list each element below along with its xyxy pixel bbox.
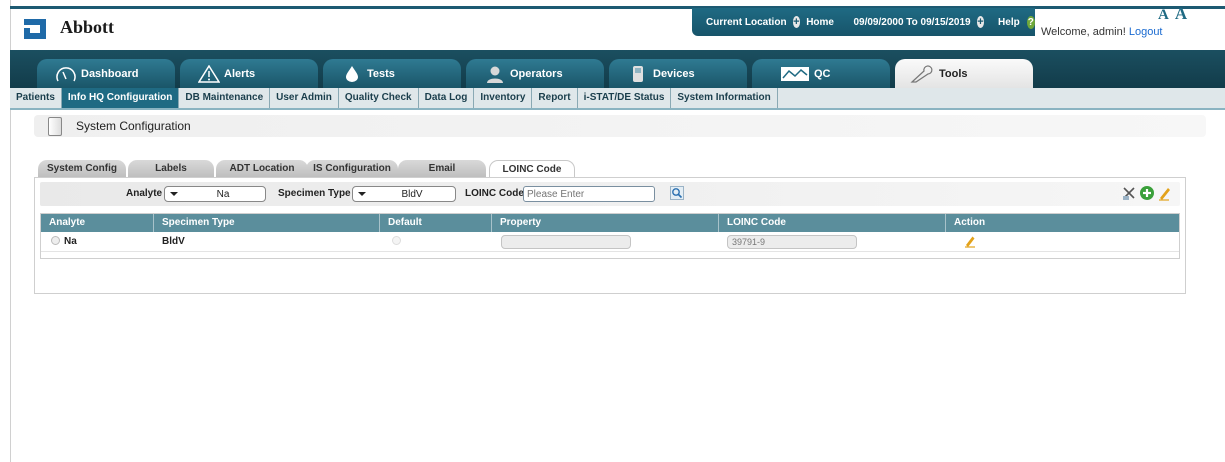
tab-tools-label: Tools [939, 67, 968, 80]
subnav-quality-check[interactable]: Quality Check [339, 88, 419, 108]
col-action[interactable]: Action [946, 214, 1179, 232]
subnav-data-log[interactable]: Data Log [419, 88, 475, 108]
tab-system-config[interactable]: System Config [38, 160, 126, 178]
row-specimen-type: BldV [162, 236, 185, 247]
tab-alerts[interactable]: Alerts [180, 59, 318, 88]
add-icon[interactable] [1139, 185, 1155, 201]
tab-dashboard-label: Dashboard [81, 67, 139, 80]
tab-operators[interactable]: Operators [466, 59, 604, 88]
tab-tests-label: Tests [367, 67, 395, 80]
specimen-type-label: Specimen Type [278, 188, 351, 199]
operator-icon [487, 66, 503, 83]
gauge-icon [56, 66, 76, 81]
loinc-code-input[interactable] [523, 186, 655, 202]
edit-icon[interactable] [1157, 185, 1173, 201]
table-row[interactable]: Na BldV 39791-9 [41, 232, 1179, 252]
subnav-system-information[interactable]: System Information [671, 88, 778, 108]
subnav-inventory[interactable]: Inventory [474, 88, 533, 108]
col-loinc-code[interactable]: LOINC Code [719, 214, 946, 232]
logout-link[interactable]: Logout [1129, 26, 1163, 38]
analyte-select[interactable]: Na [164, 186, 266, 202]
subnav-patients[interactable]: Patients [10, 88, 62, 108]
tab-adt-location[interactable]: ADT Location [216, 160, 308, 178]
date-plus-icon[interactable]: + [976, 16, 985, 28]
main-nav: Dashboard Alerts Tests Operators Devices… [10, 50, 1225, 88]
font-decrease-icon[interactable]: A [1158, 7, 1175, 23]
tab-tests[interactable]: Tests [323, 59, 461, 88]
top-accent-bar [10, 6, 1225, 9]
specimen-type-select-value: BldV [401, 189, 423, 200]
tab-qc[interactable]: QC [752, 59, 890, 88]
font-size-controls: AA [1158, 4, 1193, 24]
document-icon [48, 117, 62, 136]
col-default[interactable]: Default [380, 214, 492, 232]
wrench-icon [910, 64, 933, 83]
row-default-radio [392, 236, 401, 245]
subnav-info-hq-configuration[interactable]: Info HQ Configuration [61, 88, 180, 108]
tab-devices[interactable]: Devices [609, 59, 747, 88]
tab-dashboard[interactable]: Dashboard [37, 59, 175, 88]
welcome-message: Welcome, admin! Logout [1041, 26, 1163, 38]
welcome-text: Welcome, admin! [1041, 26, 1126, 38]
subnav-istat-de-status[interactable]: i-STAT/DE Status [578, 88, 672, 108]
chevron-down-icon [170, 192, 178, 196]
location-plus-icon[interactable]: + [792, 16, 801, 28]
tab-devices-label: Devices [653, 67, 695, 80]
table-header: Analyte Specimen Type Default Property L… [41, 214, 1179, 232]
brand-name: Abbott [60, 17, 115, 37]
col-property[interactable]: Property [492, 214, 719, 232]
row-edit-icon[interactable] [963, 234, 977, 248]
status-bar: Current Location + Home 09/09/2000 To 09… [692, 8, 1035, 36]
chevron-down-icon [358, 192, 366, 196]
tab-alerts-label: Alerts [224, 67, 256, 80]
row-property-field [501, 235, 631, 249]
row-analyte-cell: Na [51, 236, 77, 247]
qc-chart-icon [781, 66, 809, 81]
loinc-table: Analyte Specimen Type Default Property L… [40, 213, 1180, 259]
subnav-db-maintenance[interactable]: DB Maintenance [179, 88, 271, 108]
row-default-cell [392, 236, 405, 247]
tab-operators-label: Operators [510, 67, 563, 80]
col-analyte[interactable]: Analyte [41, 214, 154, 232]
specimen-type-select[interactable]: BldV [352, 186, 456, 202]
tab-qc-label: QC [814, 67, 831, 80]
row-analyte: Na [64, 236, 77, 247]
sub-nav: Patients Info HQ Configuration DB Mainte… [10, 88, 1225, 110]
loinc-code-label: LOINC Code [465, 188, 524, 199]
clear-filter-icon[interactable] [1121, 185, 1137, 201]
tab-labels[interactable]: Labels [128, 160, 214, 178]
tab-tools[interactable]: Tools [895, 59, 1033, 88]
location-value[interactable]: Home [806, 17, 834, 28]
device-icon [633, 65, 643, 82]
warning-icon [198, 64, 220, 83]
analyte-label: Analyte [126, 188, 163, 199]
page-title-bar: System Configuration [34, 115, 1206, 137]
current-location-label: Current Location [706, 16, 787, 28]
row-loinc-code-field: 39791-9 [727, 235, 857, 249]
tab-is-configuration[interactable]: IS Configuration [306, 160, 398, 178]
abbott-logo-icon [24, 19, 46, 39]
analyte-select-value: Na [216, 189, 230, 200]
help-link[interactable]: Help [998, 17, 1020, 28]
help-icon[interactable]: ? [1026, 15, 1035, 29]
subnav-report[interactable]: Report [532, 88, 578, 108]
search-icon[interactable] [670, 186, 684, 200]
subnav-user-admin[interactable]: User Admin [270, 88, 339, 108]
tab-email[interactable]: Email [398, 160, 486, 178]
drop-icon [346, 65, 358, 82]
col-specimen-type[interactable]: Specimen Type [154, 214, 380, 232]
page-title: System Configuration [76, 119, 191, 133]
row-select-radio[interactable] [51, 236, 60, 245]
loinc-panel: Analyte Na Specimen Type BldV LOINC Code… [34, 177, 1186, 294]
date-range[interactable]: 09/09/2000 To 09/15/2019 [853, 17, 970, 28]
filter-bar: Analyte Na Specimen Type BldV LOINC Code [40, 182, 1180, 206]
font-increase-icon[interactable]: A [1175, 4, 1193, 23]
